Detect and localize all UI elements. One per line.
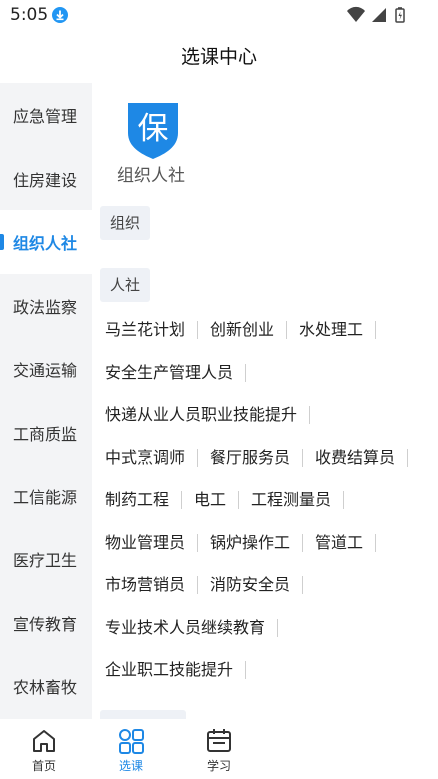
download-icon xyxy=(52,7,68,23)
grid-icon xyxy=(119,729,144,754)
divider xyxy=(343,490,345,509)
sidebar-item-label: 宣传教育 xyxy=(13,615,78,634)
page-title: 选课中心 xyxy=(180,46,257,68)
status-bar: 5:05 xyxy=(0,0,438,30)
wifi-icon xyxy=(347,6,365,22)
org-label: 组织人社 xyxy=(117,166,185,186)
divider xyxy=(245,660,247,679)
course-link[interactable]: 餐厅服务员 xyxy=(210,444,290,472)
sidebar-item-label: 农林畜牧 xyxy=(13,678,78,697)
sidebar-item-label: 工信能源 xyxy=(13,488,78,507)
nav-study[interactable]: 学习 xyxy=(189,719,249,779)
divider xyxy=(277,618,279,637)
sidebar-item-transport[interactable]: 交通运输 xyxy=(0,337,92,401)
category-tag-organization[interactable]: 组织 xyxy=(100,206,151,240)
course-row: 马兰花计划 创新创业 水处理工 xyxy=(105,316,388,344)
course-link[interactable]: 市场营销员 xyxy=(105,571,185,599)
sidebar-item-emergency[interactable]: 应急管理 xyxy=(0,83,92,147)
sidebar-item-label: 应急管理 xyxy=(13,107,78,126)
divider xyxy=(181,490,183,509)
course-link[interactable]: 收费结算员 xyxy=(315,444,395,472)
divider xyxy=(302,448,304,467)
sidebar-item-label: 住房建设 xyxy=(13,171,78,190)
divider xyxy=(197,575,199,594)
course-link[interactable]: 中式烹调师 xyxy=(105,444,185,472)
nav-courses[interactable]: 选课 xyxy=(101,719,161,779)
course-link[interactable]: 消防安全员 xyxy=(210,571,290,599)
divider xyxy=(302,575,304,594)
divider xyxy=(309,405,311,424)
battery-icon xyxy=(395,7,405,23)
course-row: 物业管理员 锅炉操作工 管道工 xyxy=(105,529,388,557)
course-link[interactable]: 创新创业 xyxy=(210,316,274,344)
course-row: 专业技术人员继续教育 xyxy=(105,614,290,642)
sidebar-item-commerce[interactable]: 工商质监 xyxy=(0,401,92,465)
course-link[interactable]: 电工 xyxy=(194,486,226,514)
nav-label: 首页 xyxy=(31,759,56,773)
sidebar-item-label: 医疗卫生 xyxy=(13,551,78,570)
course-link[interactable]: 专业技术人员继续教育 xyxy=(105,614,265,642)
course-row: 中式烹调师 餐厅服务员 收费结算员 xyxy=(105,444,420,472)
sidebar-item-label: 工商质监 xyxy=(13,425,78,444)
signal-icon xyxy=(372,8,386,22)
divider xyxy=(197,533,199,552)
nav-label: 选课 xyxy=(118,759,143,773)
course-link[interactable]: 马兰花计划 xyxy=(105,316,185,344)
shield-icon: 保 xyxy=(125,101,181,161)
course-link[interactable]: 水处理工 xyxy=(299,316,363,344)
category-tag-partial xyxy=(100,710,186,719)
nav-home[interactable]: 首页 xyxy=(14,719,74,779)
divider xyxy=(197,320,199,339)
category-tag-hr[interactable]: 人社 xyxy=(100,268,151,302)
status-time: 5:05 xyxy=(10,5,49,25)
sidebar-item-housing[interactable]: 住房建设 xyxy=(0,147,92,211)
home-icon xyxy=(33,730,55,752)
nav-label: 学习 xyxy=(206,759,231,773)
divider xyxy=(407,448,409,467)
bottom-nav: 首页 选课 学习 xyxy=(0,719,438,779)
sidebar-item-organization-hr[interactable]: 组织人社 xyxy=(0,210,92,274)
course-link[interactable]: 工程测量员 xyxy=(251,486,331,514)
sidebar-item-label: 交通运输 xyxy=(13,361,78,380)
divider xyxy=(375,320,377,339)
divider xyxy=(286,320,288,339)
calendar-icon xyxy=(207,729,231,752)
status-icons xyxy=(346,6,412,24)
sidebar-item-law[interactable]: 政法监察 xyxy=(0,274,92,338)
course-row: 快递从业人员职业技能提升 xyxy=(105,401,322,429)
divider xyxy=(245,363,247,382)
shield-icon-char: 保 xyxy=(138,111,169,147)
sidebar-item-industry[interactable]: 工信能源 xyxy=(0,464,92,528)
course-content: 保 组织人社 组织 人社 马兰花计划 创新创业 水处理工 安全生产管理人员 快递从业… xyxy=(92,83,438,719)
course-link[interactable]: 安全生产管理人员 xyxy=(105,359,233,387)
sidebar-item-label: 组织人社 xyxy=(13,234,78,253)
course-link[interactable]: 锅炉操作工 xyxy=(210,529,290,557)
divider xyxy=(238,490,240,509)
divider xyxy=(197,448,199,467)
sidebar-item-agriculture[interactable]: 农林畜牧 xyxy=(0,654,92,718)
sidebar-item-label: 政法监察 xyxy=(13,298,78,317)
sidebar-item-medical[interactable]: 医疗卫生 xyxy=(0,527,92,591)
course-link[interactable]: 物业管理员 xyxy=(105,529,185,557)
course-row: 安全生产管理人员 xyxy=(105,359,258,387)
divider xyxy=(375,533,377,552)
divider xyxy=(302,533,304,552)
course-row: 市场营销员 消防安全员 xyxy=(105,571,315,599)
course-link[interactable]: 管道工 xyxy=(315,529,363,557)
course-row: 企业职工技能提升 xyxy=(105,656,258,684)
course-row: 制药工程 电工 工程测量员 xyxy=(105,486,356,514)
course-link[interactable]: 快递从业人员职业技能提升 xyxy=(105,401,297,429)
course-link[interactable]: 企业职工技能提升 xyxy=(105,656,233,684)
sidebar-item-education[interactable]: 宣传教育 xyxy=(0,591,92,655)
course-link[interactable]: 制药工程 xyxy=(105,486,169,514)
category-sidebar: 应急管理 住房建设 组织人社 政法监察 交通运输 工商质监 工信能源 医疗卫生 … xyxy=(0,83,92,719)
